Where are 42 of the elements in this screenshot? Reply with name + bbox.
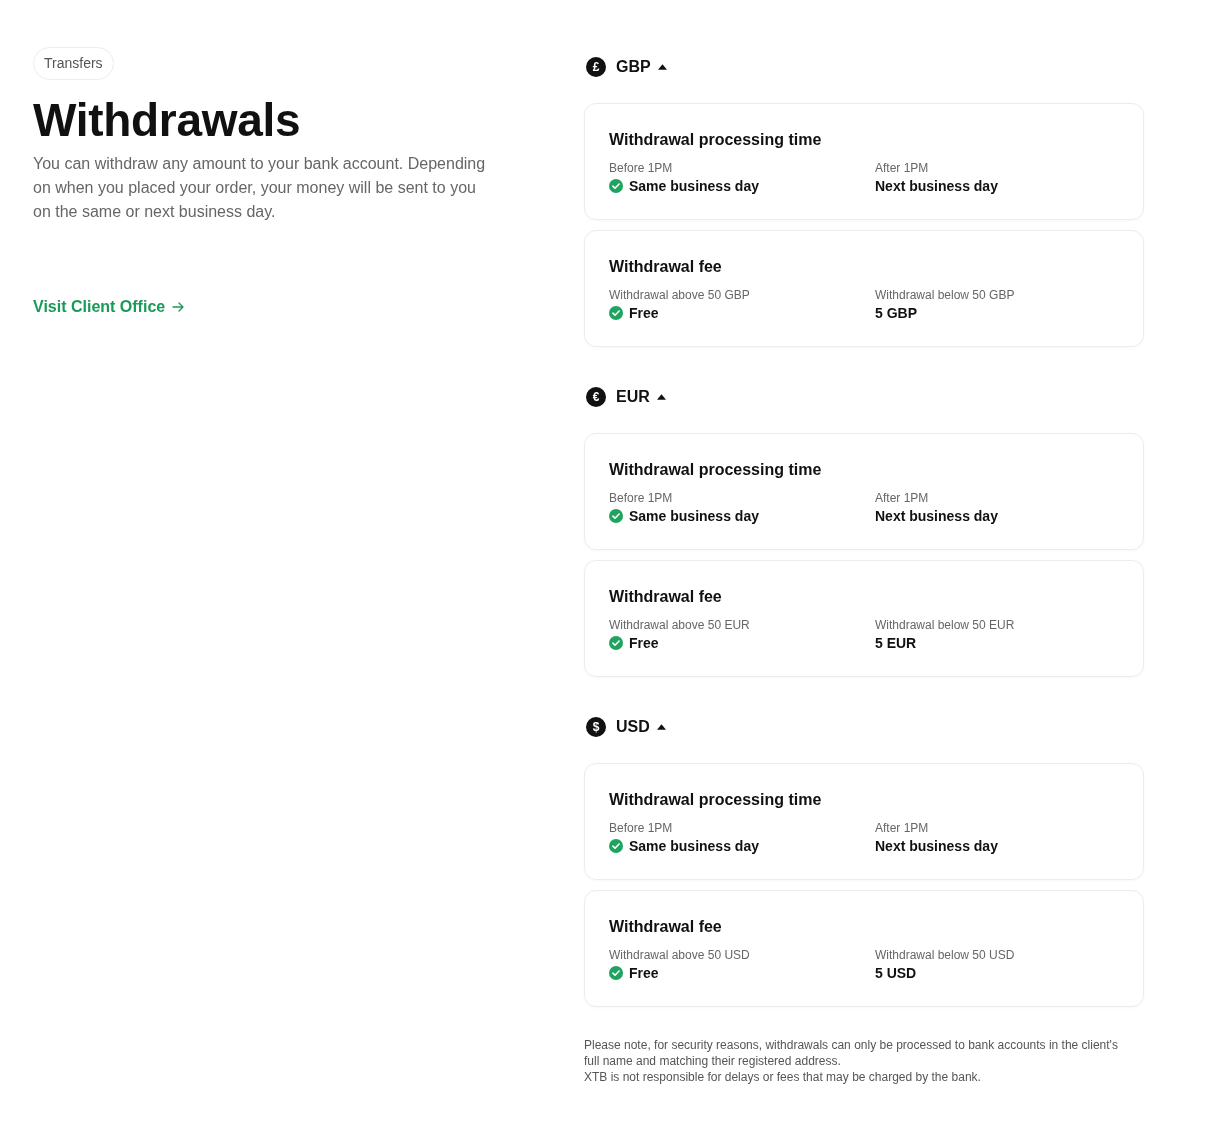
- currency-symbol-icon: $: [586, 717, 606, 737]
- field-label: Withdrawal above 50 EUR: [609, 617, 751, 633]
- card-title: Withdrawal fee: [609, 257, 723, 277]
- field-value: Free: [629, 304, 659, 323]
- field-label: Before 1PM: [609, 160, 674, 176]
- field-label: After 1PM: [875, 490, 930, 506]
- card-title: Withdrawal fee: [609, 587, 723, 607]
- description-text: You can withdraw any amount to your bank account. Depending on when you placed your order, your money will be sent to you on the same or next business day.: [33, 154, 487, 222]
- card-title: Withdrawal processing time: [609, 130, 823, 150]
- footnote-text: XTB is not responsible for delays or fees that may be charged by the bank.: [584, 1069, 982, 1085]
- field-value: 5 USD: [875, 964, 917, 983]
- currency-symbol-icon: £: [586, 57, 606, 77]
- field-label: Withdrawal below 50 GBP: [875, 287, 1016, 303]
- card-title: Withdrawal fee: [609, 917, 723, 937]
- footnote-text: Please note, for security reasons, withdrawals can only be processed to bank accounts in the client's full name and matching their registered address.: [584, 1037, 1119, 1069]
- field-value: Next business day: [875, 507, 998, 526]
- field-label: After 1PM: [875, 820, 930, 836]
- currency-toggle[interactable]: EUR: [616, 388, 650, 406]
- field-value: Next business day: [875, 837, 998, 856]
- currency-toggle[interactable]: USD: [616, 718, 650, 736]
- currency-toggle[interactable]: GBP: [616, 58, 651, 76]
- field-value: Same business day: [629, 507, 759, 526]
- client-office-link[interactable]: Visit Client Office: [33, 297, 185, 317]
- field-label: Withdrawal below 50 USD: [875, 947, 1016, 963]
- field-value: Same business day: [629, 837, 759, 856]
- page-title: Withdrawals: [33, 93, 301, 148]
- field-value: Free: [629, 634, 659, 653]
- field-value: 5 EUR: [875, 634, 917, 653]
- field-label: Before 1PM: [609, 820, 674, 836]
- field-label: After 1PM: [875, 160, 930, 176]
- field-value: Same business day: [629, 177, 759, 196]
- field-label: Withdrawal below 50 EUR: [875, 617, 1016, 633]
- field-label: Before 1PM: [609, 490, 674, 506]
- field-label: Withdrawal above 50 GBP: [609, 287, 751, 303]
- field-value: Next business day: [875, 177, 998, 196]
- field-value: Free: [629, 964, 659, 983]
- card-title: Withdrawal processing time: [609, 790, 823, 810]
- field-label: Withdrawal above 50 USD: [609, 947, 751, 963]
- field-value: 5 GBP: [875, 304, 917, 323]
- currency-symbol-icon: €: [586, 387, 606, 407]
- arrow-right-icon: [172, 302, 185, 312]
- card-title: Withdrawal processing time: [609, 460, 823, 480]
